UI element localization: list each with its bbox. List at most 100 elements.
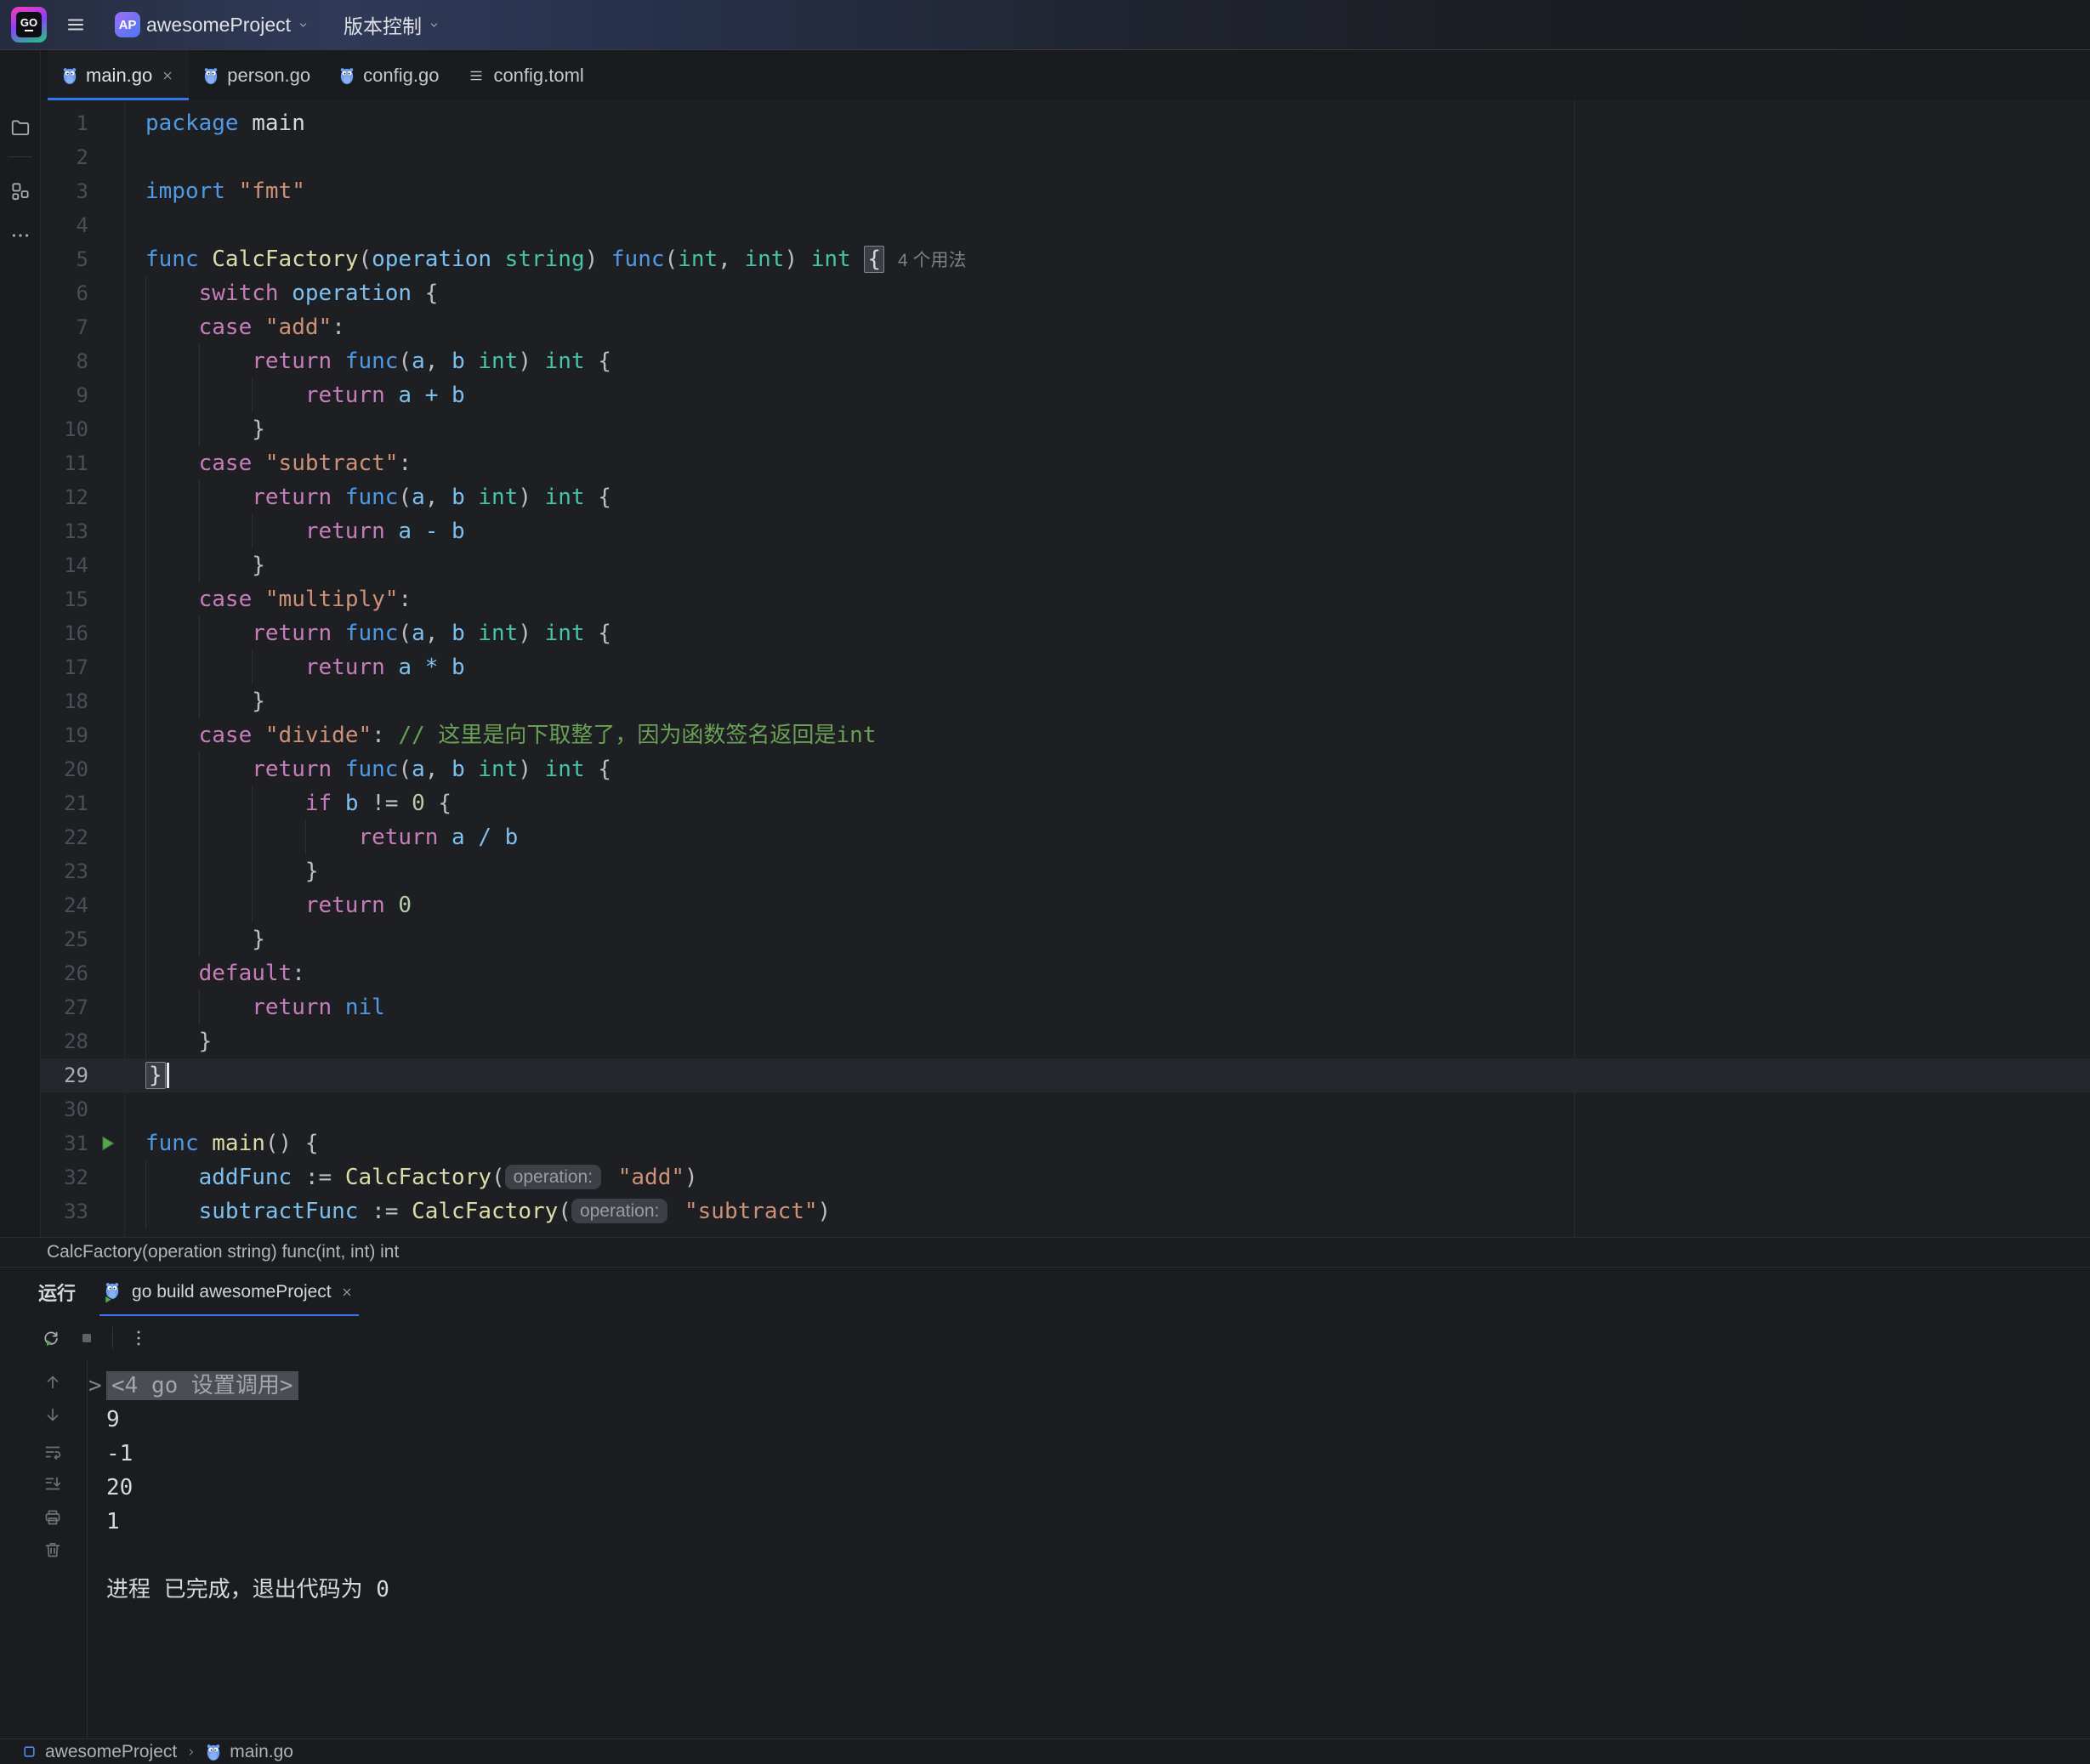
code-line-19[interactable]: 19 case "divide": // 这里是向下取整了，因为函数签名返回是i… (41, 718, 2090, 752)
line-number: 6 (41, 276, 88, 310)
code-text: switch operation { (145, 276, 438, 310)
code-line-11[interactable]: 11 case "subtract": (41, 446, 2090, 480)
code-line-15[interactable]: 15 case "multiply": (41, 582, 2090, 616)
run-console[interactable]: ><4 go 设置调用>9-1201进程 已完成，退出代码为 0 (0, 1360, 2090, 1738)
code-line-25[interactable]: 25 } (41, 922, 2090, 956)
folder-icon (9, 116, 31, 139)
line-number: 11 (41, 446, 88, 480)
breadcrumb-project[interactable]: awesomeProject (45, 1742, 177, 1762)
code-line-17[interactable]: 17 return a * b (41, 650, 2090, 684)
code-line-16[interactable]: 16 return func(a, b int) int { (41, 616, 2090, 650)
code-line-9[interactable]: 9 return a + b (41, 378, 2090, 412)
code-line-22[interactable]: 22 return a / b (41, 820, 2090, 854)
code-text: return func(a, b int) int { (145, 344, 611, 378)
chevron-right-icon (185, 1746, 197, 1758)
code-line-3[interactable]: 3 import "fmt" (41, 174, 2090, 208)
tab-close-icon[interactable] (161, 69, 174, 82)
editor-tab-main.go[interactable]: main.go (48, 50, 189, 100)
console-output-line: 进程 已完成，退出代码为 0 (106, 1573, 389, 1607)
code-text: } (145, 412, 265, 446)
line-number: 10 (41, 412, 88, 446)
code-text: subtractFunc := CalcFactory(operation: "… (145, 1194, 831, 1230)
code-line-1[interactable]: 1package main (41, 106, 2090, 140)
stop-button[interactable] (77, 1328, 97, 1348)
code-line-4[interactable]: 4 (41, 208, 2090, 242)
code-text: return a / b (145, 820, 518, 854)
code-text: func CalcFactory(operation string) func(… (145, 242, 967, 278)
code-text: return a * b (145, 650, 465, 684)
line-number: 17 (41, 650, 88, 684)
arrow-down-icon[interactable] (43, 1404, 63, 1425)
vcs-label: 版本控制 (344, 10, 422, 39)
signature-bar: CalcFactory(operation string) func(int, … (0, 1237, 2090, 1267)
line-number: 25 (41, 922, 88, 956)
sidebar-project-button[interactable] (6, 113, 34, 141)
editor-tab-person.go[interactable]: person.go (189, 50, 325, 100)
toml-file-icon (468, 65, 485, 86)
line-number: 20 (41, 752, 88, 786)
module-icon (22, 1744, 37, 1759)
line-number: 29 (41, 1058, 88, 1092)
main-menu-icon[interactable] (65, 14, 86, 35)
softwrap-icon[interactable] (43, 1442, 63, 1462)
printer-icon[interactable] (43, 1507, 63, 1528)
code-line-28[interactable]: 28 } (41, 1024, 2090, 1058)
code-line-12[interactable]: 12 return func(a, b int) int { (41, 480, 2090, 514)
code-text: return func(a, b int) int { (145, 616, 611, 650)
code-line-30[interactable]: 30 (41, 1092, 2090, 1126)
code-text: } (145, 548, 265, 582)
code-text: import "fmt" (145, 174, 305, 208)
code-line-32[interactable]: 32 addFunc := CalcFactory(operation: "ad… (41, 1160, 2090, 1194)
editor-tab-config.go[interactable]: config.go (325, 50, 453, 100)
line-number: 22 (41, 820, 88, 854)
console-command-line: <4 go 设置调用> (106, 1369, 298, 1403)
code-line-6[interactable]: 6 switch operation { (41, 276, 2090, 310)
code-line-31[interactable]: 31func main() { (41, 1126, 2090, 1160)
run-config-tab[interactable]: go build awesomeProject (99, 1268, 359, 1317)
arrow-up-icon[interactable] (43, 1372, 63, 1392)
sidebar-structure-button[interactable] (6, 177, 34, 205)
code-line-5[interactable]: 5func CalcFactory(operation string) func… (41, 242, 2090, 276)
sidebar-more-tools-button[interactable] (6, 221, 34, 249)
code-line-14[interactable]: 14 } (41, 548, 2090, 582)
run-main-gutter-icon[interactable] (97, 1133, 117, 1154)
code-text: } (145, 1058, 169, 1092)
line-number: 3 (41, 174, 88, 208)
rerun-button[interactable] (41, 1328, 61, 1348)
code-editor[interactable]: 1package main23 import "fmt" 45func CalcFa… (41, 100, 2090, 1237)
code-line-27[interactable]: 27 return nil (41, 990, 2090, 1024)
signature-text: CalcFactory(operation string) func(int, … (47, 1242, 399, 1262)
trash-icon[interactable] (43, 1540, 63, 1560)
project-selector[interactable]: AP awesomeProject (108, 7, 316, 43)
run-toolbar (0, 1316, 2090, 1360)
code-line-2[interactable]: 2 (41, 140, 2090, 174)
code-line-24[interactable]: 24 return 0 (41, 888, 2090, 922)
code-line-10[interactable]: 10 } (41, 412, 2090, 446)
scrollend-icon[interactable] (43, 1473, 63, 1494)
sidebar-divider (8, 156, 32, 157)
code-text: default: (145, 956, 305, 990)
close-icon[interactable] (340, 1285, 354, 1299)
more-options-button[interactable] (128, 1328, 149, 1348)
code-line-7[interactable]: 7 case "add": (41, 310, 2090, 344)
project-name: awesomeProject (146, 14, 291, 37)
code-line-26[interactable]: 26 default: (41, 956, 2090, 990)
code-line-29[interactable]: 29} (41, 1058, 2090, 1092)
line-number: 21 (41, 786, 88, 820)
breadcrumb-file[interactable]: main.go (230, 1742, 293, 1762)
code-line-8[interactable]: 8 return func(a, b int) int { (41, 344, 2090, 378)
tab-label: config.toml (493, 65, 583, 87)
code-text: package main (145, 106, 305, 140)
code-line-20[interactable]: 20 return func(a, b int) int { (41, 752, 2090, 786)
line-number: 19 (41, 718, 88, 752)
code-line-23[interactable]: 23 } (41, 854, 2090, 888)
line-number: 4 (41, 208, 88, 242)
code-line-33[interactable]: 33 subtractFunc := CalcFactory(operation… (41, 1194, 2090, 1228)
vcs-selector[interactable]: 版本控制 (337, 5, 447, 44)
chevron-down-icon (297, 19, 310, 31)
code-text: func main() { (145, 1126, 319, 1160)
editor-tab-config.toml[interactable]: config.toml (453, 50, 598, 100)
code-line-21[interactable]: 21 if b != 0 { (41, 786, 2090, 820)
code-line-18[interactable]: 18 } (41, 684, 2090, 718)
code-line-13[interactable]: 13 return a - b (41, 514, 2090, 548)
